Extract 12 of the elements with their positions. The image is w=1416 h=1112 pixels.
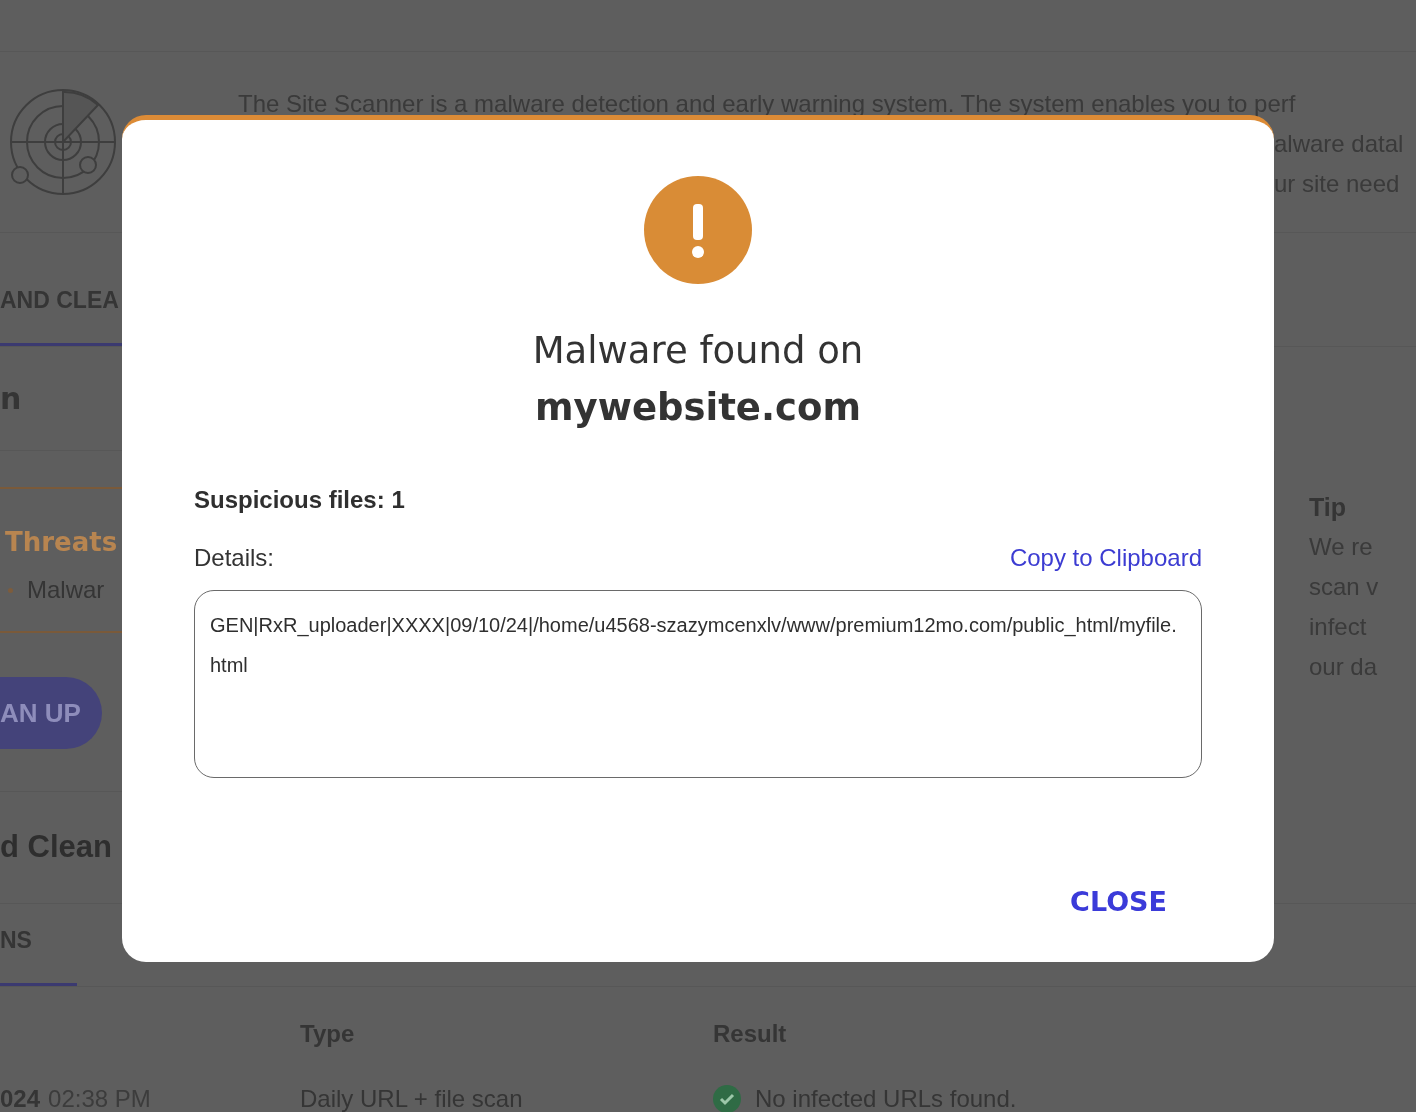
details-label: Details:: [194, 543, 275, 573]
dialog-title: Malware found on: [532, 328, 864, 374]
radar-icon: [8, 87, 118, 197]
details-field[interactable]: GEN|RxR_uploader|XXXX|09/10/24|/home/u4568-szazymcenxlv/www/premium12mo.com/public_html/myfile.html: [194, 590, 1202, 778]
close-button[interactable]: CLOSE: [1068, 882, 1169, 923]
warning-icon: [644, 176, 752, 284]
copy-to-clipboard-link[interactable]: Copy to Clipboard: [1009, 540, 1202, 576]
site-name: mywebsite.com: [535, 385, 861, 431]
bullet-icon: [8, 587, 13, 593]
suspicious-count: Suspicious files: 1: [194, 485, 405, 515]
check-icon: [713, 1085, 741, 1112]
threats-title: Threats: [4, 526, 119, 559]
